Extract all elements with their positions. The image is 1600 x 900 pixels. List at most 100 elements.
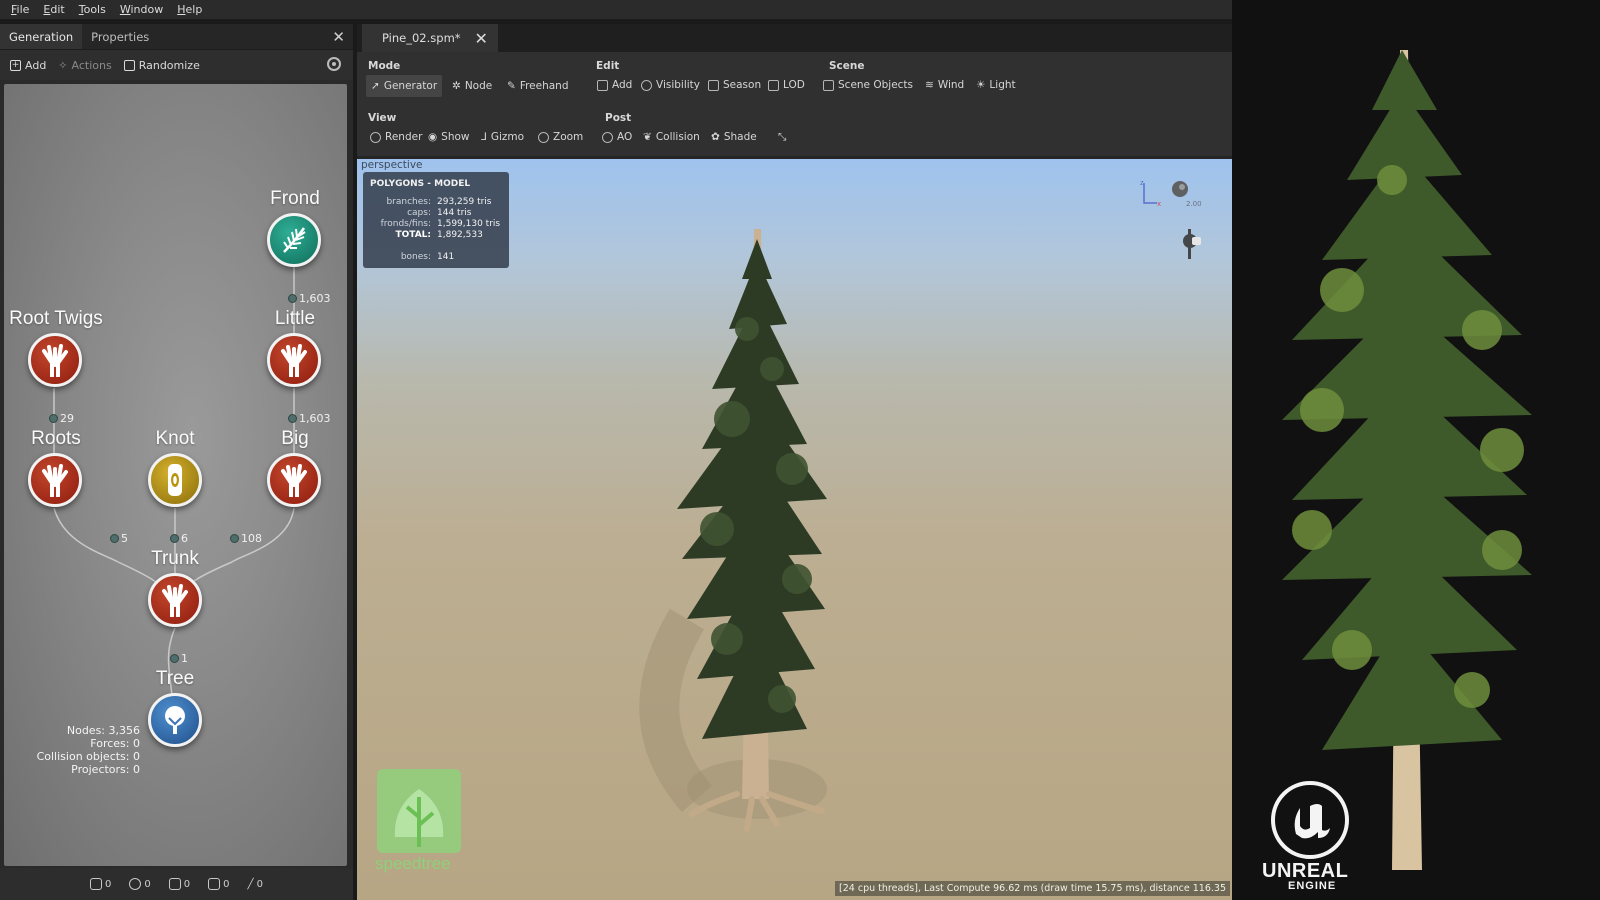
tab-properties[interactable]: Properties bbox=[82, 24, 158, 49]
footer-projectors[interactable]: 0 bbox=[168, 878, 190, 890]
axis-gizmo-icon[interactable]: z x bbox=[1135, 179, 1195, 219]
scene-objects-button[interactable]: Scene Objects bbox=[818, 74, 918, 96]
menu-help[interactable]: Help bbox=[170, 3, 209, 16]
freehand-mode-button[interactable]: ✎ Freehand bbox=[502, 75, 574, 97]
node-frond[interactable] bbox=[267, 213, 321, 267]
menu-file[interactable]: File bbox=[4, 3, 36, 16]
camera-nav-icon[interactable] bbox=[1177, 227, 1203, 261]
connector-dot[interactable] bbox=[49, 414, 58, 423]
count-roots-value: 5 bbox=[121, 532, 128, 545]
connector-dot[interactable] bbox=[230, 534, 239, 543]
svg-text:z: z bbox=[1140, 179, 1144, 187]
axes-icon: ⅃ bbox=[481, 131, 487, 143]
shade-button[interactable]: ✿ Shade bbox=[706, 126, 762, 148]
ribbon-toolbar: Mode ➚ Generator ✲ Node ✎ Freehand Edit Add… bbox=[357, 52, 1232, 156]
node-big[interactable] bbox=[267, 453, 321, 507]
node-mode-button[interactable]: ✲ Node bbox=[447, 75, 497, 97]
footer-forces[interactable]: 0 bbox=[90, 878, 111, 890]
edit-add-button[interactable]: Add bbox=[592, 74, 637, 96]
shade-label: Shade bbox=[723, 131, 757, 143]
node-roots[interactable] bbox=[28, 453, 82, 507]
unreal-engine-logo-icon bbox=[1271, 781, 1349, 859]
connector-dot[interactable] bbox=[110, 534, 119, 543]
tab-generation[interactable]: Generation bbox=[0, 24, 83, 49]
dice-icon bbox=[123, 59, 135, 71]
actions-button[interactable]: ✧ Actions bbox=[58, 59, 111, 72]
branch-icon bbox=[281, 464, 307, 497]
close-icon[interactable]: ✕ bbox=[475, 29, 488, 48]
render-button[interactable]: Render bbox=[365, 126, 427, 148]
ao-button[interactable]: AO bbox=[597, 126, 637, 148]
polygon-stats-overlay: POLYGONS - MODEL branches: 293,259 tris c… bbox=[363, 172, 509, 268]
add-button[interactable]: + Add bbox=[10, 59, 46, 72]
menu-window[interactable]: Window bbox=[113, 3, 170, 16]
document-tab-label: Pine_02.spm* bbox=[382, 31, 461, 45]
node-root-twigs[interactable] bbox=[28, 333, 82, 387]
wind-button[interactable]: ≋ Wind bbox=[920, 74, 969, 96]
stat-row-total: TOTAL: 1,892,533 bbox=[363, 230, 509, 240]
count-big: 108 bbox=[230, 532, 262, 545]
generator-mode-button[interactable]: ➚ Generator bbox=[366, 75, 442, 97]
render-status-bar: [24 cpu threads], Last Compute 96.62 ms … bbox=[835, 881, 1230, 896]
wand-icon: ✧ bbox=[58, 58, 68, 72]
count-roots: 5 bbox=[110, 532, 128, 545]
collapse-ribbon-button[interactable]: ⤡ bbox=[773, 126, 791, 148]
footer-guides-count: 0 bbox=[256, 878, 263, 890]
node-graph[interactable]: Frond 1,603 Little 1,603 Root Twigs 29 R… bbox=[4, 84, 347, 866]
connector-dot[interactable] bbox=[288, 414, 297, 423]
connector-dot[interactable] bbox=[288, 294, 297, 303]
node-label-root-twigs: Root Twigs bbox=[9, 308, 103, 329]
footer-guides[interactable]: ╱ 0 bbox=[248, 879, 263, 890]
gear-icon[interactable] bbox=[327, 57, 341, 71]
footer-forces-count: 0 bbox=[105, 878, 112, 890]
polygon-stats-title: POLYGONS - MODEL bbox=[370, 179, 471, 189]
ao-label: AO bbox=[617, 131, 633, 143]
node-tree[interactable] bbox=[148, 693, 202, 747]
document-tab[interactable]: Pine_02.spm* ✕ bbox=[362, 24, 498, 52]
stat-value: 1,892,533 bbox=[437, 230, 483, 240]
node-knot[interactable] bbox=[148, 453, 202, 507]
menu-bar: File Edit Tools Window Help bbox=[0, 0, 1232, 20]
season-button[interactable]: Season bbox=[703, 74, 766, 96]
node-trunk[interactable] bbox=[148, 573, 202, 627]
unreal-preview-panel: UNREAL ENGINE bbox=[1232, 0, 1600, 900]
count-knot-value: 6 bbox=[181, 532, 188, 545]
count-frond-value: 1,603 bbox=[299, 292, 331, 305]
visibility-label: Visibility bbox=[656, 79, 701, 91]
speedtree-logo-icon bbox=[377, 769, 461, 853]
connector-dot[interactable] bbox=[170, 534, 179, 543]
zoom-button[interactable]: Zoom bbox=[533, 126, 588, 148]
show-button[interactable]: ◉ Show bbox=[423, 126, 475, 148]
graph-footer: 0 0 0 0 ╱ 0 bbox=[0, 868, 353, 900]
calendar-icon bbox=[708, 79, 719, 91]
edit-add-label: Add bbox=[612, 79, 633, 91]
lod-button[interactable]: LOD bbox=[763, 74, 810, 96]
magnifier-icon bbox=[538, 131, 549, 143]
close-icon[interactable]: ✕ bbox=[332, 28, 345, 46]
visibility-button[interactable]: Visibility bbox=[636, 74, 705, 96]
gizmo-button[interactable]: ⅃ Gizmo bbox=[476, 126, 529, 148]
tree-preview-image bbox=[1282, 50, 1532, 870]
stat-value: 1,599,130 tris bbox=[437, 219, 501, 229]
node-label-big: Big bbox=[281, 428, 309, 449]
count-root-twigs: 29 bbox=[49, 412, 74, 425]
footer-list[interactable]: 0 bbox=[208, 878, 230, 890]
3d-viewport[interactable]: perspective POLYGONS - MODEL branches: 29… bbox=[357, 159, 1232, 900]
viewport-camera-label: perspective bbox=[361, 159, 423, 171]
light-button[interactable]: ☀ Light bbox=[971, 74, 1021, 96]
group-label-view: View bbox=[368, 112, 397, 124]
stat-value: 144 tris bbox=[437, 208, 472, 218]
collision-button[interactable]: ❦ Collision bbox=[638, 126, 705, 148]
lod-label: LOD bbox=[783, 79, 805, 91]
force-icon bbox=[90, 878, 103, 890]
generation-toolbar: + Add ✧ Actions Randomize bbox=[0, 50, 353, 80]
node-little[interactable] bbox=[267, 333, 321, 387]
footer-collision[interactable]: 0 bbox=[129, 878, 151, 890]
menu-edit[interactable]: Edit bbox=[36, 3, 71, 16]
randomize-button[interactable]: Randomize bbox=[123, 59, 200, 72]
menu-tools[interactable]: Tools bbox=[72, 3, 113, 16]
branch-icon bbox=[281, 344, 307, 377]
stat-value: 293,259 tris bbox=[437, 197, 492, 207]
connector-dot[interactable] bbox=[170, 654, 179, 663]
node-label-trunk: Trunk bbox=[151, 548, 199, 569]
